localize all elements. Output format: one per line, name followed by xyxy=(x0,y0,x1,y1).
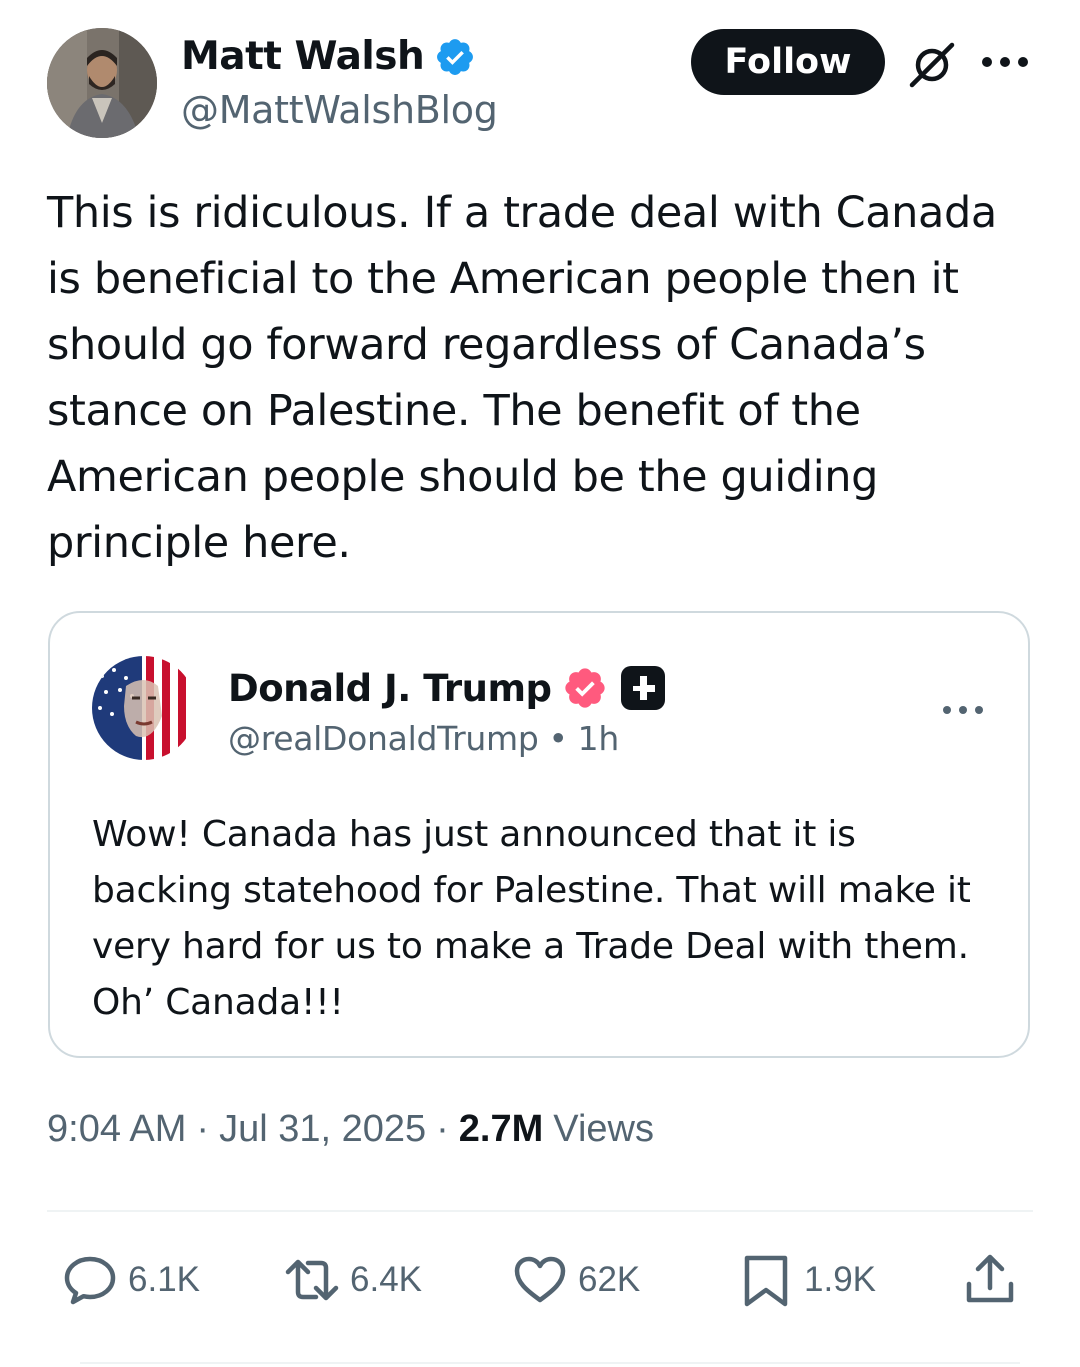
author-name-row: Matt Walsh xyxy=(181,34,476,79)
repost-button[interactable]: 6.4K xyxy=(284,1240,422,1320)
like-count: 62K xyxy=(578,1260,641,1299)
tweet-timestamp: 9:04 AM · Jul 31, 2025 · 2.7M Views xyxy=(47,1108,654,1151)
views-label: Views xyxy=(553,1108,654,1150)
quoted-author-name[interactable]: Donald J. Trump xyxy=(228,667,552,710)
quoted-age[interactable]: 1h xyxy=(578,719,620,758)
meta-separator: · xyxy=(436,1108,449,1150)
tweet-time[interactable]: 9:04 AM xyxy=(47,1108,186,1151)
views-count: 2.7M xyxy=(458,1108,544,1150)
bookmark-count: 1.9K xyxy=(804,1260,876,1299)
verified-badge-icon xyxy=(437,38,474,75)
repost-count: 6.4K xyxy=(350,1260,422,1299)
action-bar: 6.1K 6.4K 62K 1.9K xyxy=(0,1240,1080,1320)
meta-separator: · xyxy=(196,1108,210,1150)
tweet-header: Matt Walsh @MattWalshBlog Follow xyxy=(0,0,1080,160)
quoted-author-avatar[interactable] xyxy=(92,656,196,760)
repost-icon xyxy=(285,1259,339,1301)
tweet-text: This is ridiculous. If a trade deal with… xyxy=(47,188,1011,568)
more-icon[interactable] xyxy=(943,704,983,716)
verified-badge-icon xyxy=(564,668,605,708)
quoted-meta: @realDonaldTrump • 1h xyxy=(228,719,619,758)
quoted-tweet[interactable]: Donald J. Trump @realDonaldTrump • 1h Wo… xyxy=(48,611,1030,1058)
divider xyxy=(80,1362,1020,1364)
grok-icon[interactable] xyxy=(906,38,958,90)
bookmark-button[interactable]: 1.9K xyxy=(738,1240,876,1320)
bookmark-icon xyxy=(744,1255,788,1307)
quoted-text: Wow! Canada has just announced that it i… xyxy=(92,814,971,1023)
heart-icon xyxy=(514,1256,566,1303)
quoted-name-row: Donald J. Trump xyxy=(228,665,666,711)
follow-button[interactable]: Follow xyxy=(691,29,885,95)
author-handle[interactable]: @MattWalshBlog xyxy=(181,88,498,132)
like-button[interactable]: 62K xyxy=(512,1240,640,1320)
author-name[interactable]: Matt Walsh xyxy=(181,34,425,79)
reply-button[interactable]: 6.1K xyxy=(62,1240,200,1320)
affiliate-plus-icon xyxy=(620,666,665,710)
share-button[interactable] xyxy=(962,1240,1028,1320)
divider xyxy=(47,1210,1033,1212)
reply-count: 6.1K xyxy=(128,1260,200,1299)
author-avatar[interactable] xyxy=(47,28,157,138)
tweet-date[interactable]: Jul 31, 2025 xyxy=(219,1108,426,1151)
meta-separator: • xyxy=(548,719,568,758)
more-icon[interactable] xyxy=(982,47,1028,77)
reply-icon xyxy=(64,1256,116,1305)
share-icon xyxy=(966,1254,1014,1303)
quoted-author-handle[interactable]: @realDonaldTrump xyxy=(228,719,539,758)
